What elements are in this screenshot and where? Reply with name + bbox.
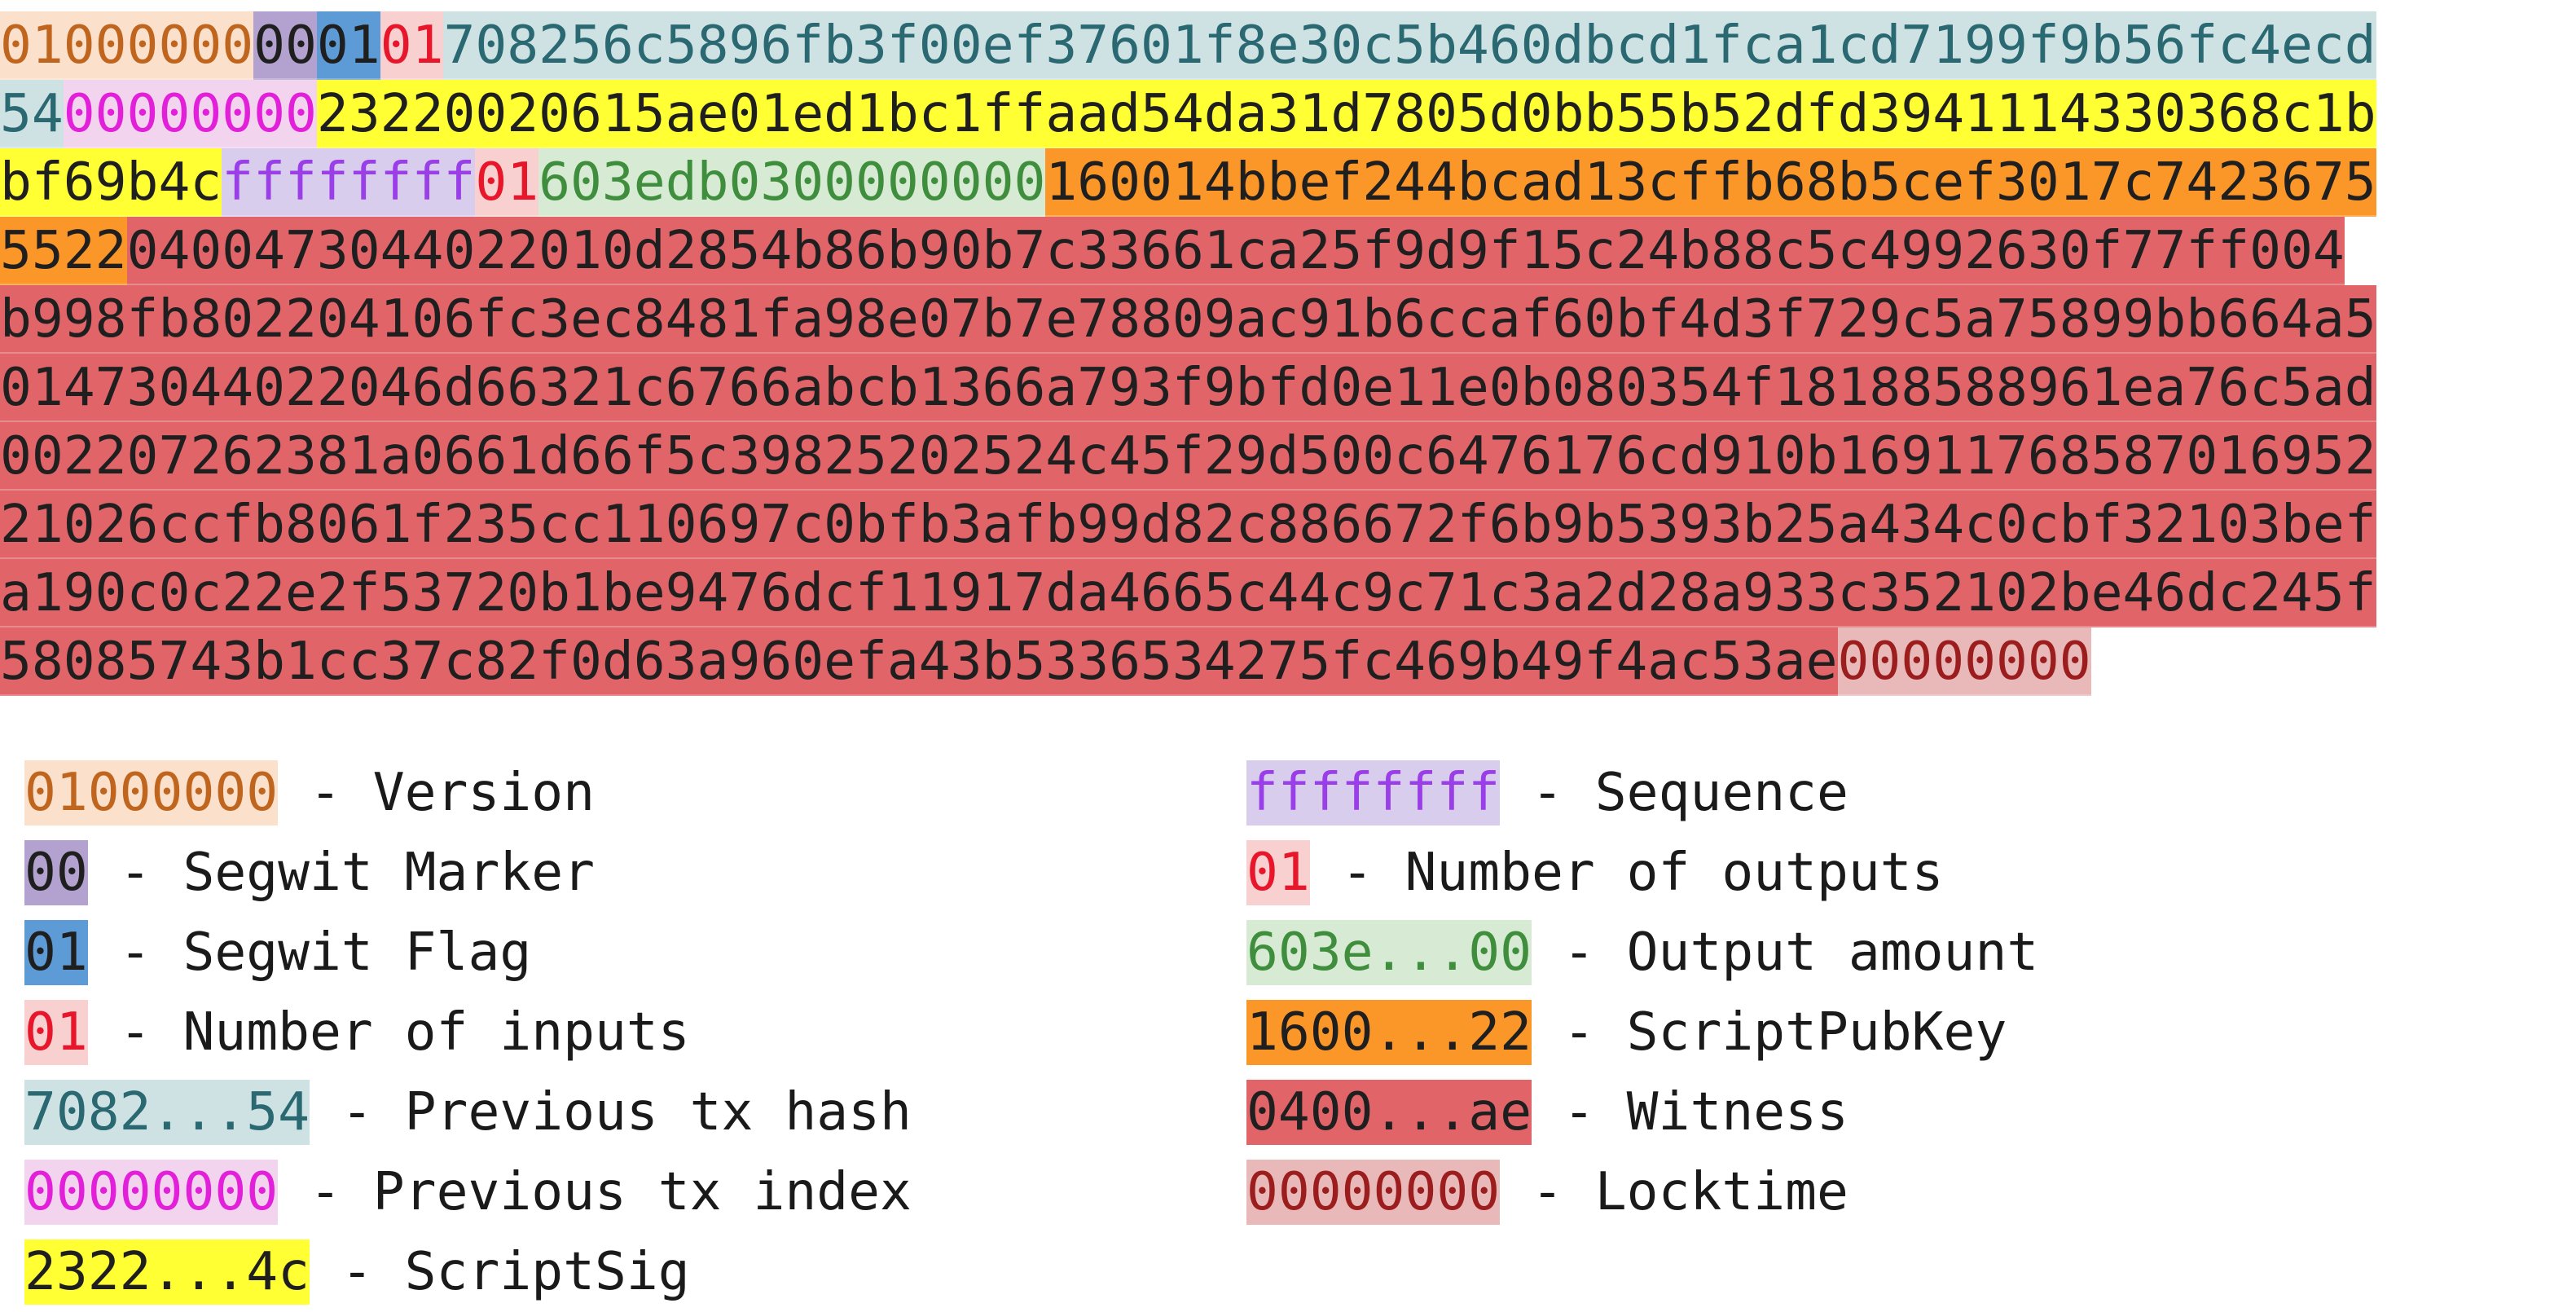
hex-segment-locktime: 00000000 [1837, 627, 2091, 696]
raw-transaction-hex: 01000000000101708256c5896fb3f00ef37601f8… [0, 11, 2576, 696]
legend-item-inputs: 01 - Number of inputs [24, 993, 912, 1072]
legend-swatch-marker: 00 [24, 840, 88, 905]
hex-segment-scriptpubkey: 5522 [0, 217, 127, 285]
legend-swatch-sequence: ffffffff [1246, 760, 1501, 826]
hex-segment-sequence: ffffffff [222, 148, 476, 217]
legend-label-previndex: - Previous tx index [278, 1161, 912, 1222]
hex-segment-scriptpubkey: 160014bbef244bcad13cffb68b5cef3017c74236… [1045, 148, 2376, 217]
hex-segment-witness: a190c0c22e2f53720b1be9476dcf11917da4665c… [0, 559, 2376, 627]
hex-segment-outputs: 01 [475, 148, 539, 217]
hex-line: 540000000023220020615ae01ed1bc1ffaad54da… [0, 80, 2576, 148]
legend-label-sequence: - Sequence [1500, 762, 1848, 823]
legend-swatch-previndex: 00000000 [24, 1160, 279, 1225]
hex-segment-scriptsig: 23220020615ae01ed1bc1ffaad54da31d7805d0b… [316, 80, 2376, 148]
hex-segment-version: 01000000 [0, 11, 254, 80]
legend-label-marker: - Segwit Marker [87, 842, 596, 903]
legend-item-locktime: 00000000 - Locktime [1246, 1152, 2038, 1232]
hex-line: 01000000000101708256c5896fb3f00ef37601f8… [0, 11, 2576, 80]
hex-line: 21026ccfb8061f235cc110697c0bfb3afb99d82c… [0, 491, 2576, 559]
legend-swatch-prevhash: 7082...54 [24, 1080, 310, 1145]
hex-segment-previndex: 00000000 [63, 80, 317, 148]
legend-label-amount: - Output amount [1532, 922, 2039, 983]
hex-segment-prevhash: 54 [0, 80, 64, 148]
legend-label-version: - Version [278, 762, 596, 823]
legend-item-amount: 603e...00 - Output amount [1246, 913, 2038, 993]
legend-swatch-scriptsig: 2322...4c [24, 1239, 310, 1305]
legend-swatch-flag: 01 [24, 920, 88, 985]
legend-label-flag: - Segwit Flag [87, 922, 532, 983]
legend-swatch-outputs: 01 [1246, 840, 1310, 905]
hex-segment-prevhash: 708256c5896fb3f00ef37601f8e30c5b460dbcd1… [443, 11, 2376, 80]
legend-item-prevhash: 7082...54 - Previous tx hash [24, 1072, 912, 1152]
legend-label-scriptsig: - ScriptSig [310, 1241, 690, 1302]
hex-line: bf69b4cffffffff01603edb0300000000160014b… [0, 148, 2576, 217]
hex-segment-inputs: 01 [380, 11, 444, 80]
legend-swatch-version: 01000000 [24, 760, 279, 826]
legend-item-previndex: 00000000 - Previous tx index [24, 1152, 912, 1232]
hex-line: 002207262381a0661d66f5c39825202524c45f29… [0, 422, 2576, 491]
legend-label-witness: - Witness [1532, 1081, 1848, 1142]
legend-label-inputs: - Number of inputs [87, 1002, 690, 1063]
hex-segment-flag: 01 [316, 11, 380, 80]
hex-segment-witness: 01473044022046d66321c6766abcb1366a793f9b… [0, 354, 2376, 422]
hex-line: 01473044022046d66321c6766abcb1366a793f9b… [0, 354, 2576, 422]
legend-swatch-witness: 0400...ae [1246, 1080, 1532, 1145]
hex-segment-marker: 00 [253, 11, 317, 80]
hex-segment-witness: 0400473044022010d2854b86b90b7c33661ca25f… [126, 217, 2345, 285]
hex-segment-scriptsig: bf69b4c [0, 148, 222, 217]
legend-item-sequence: ffffffff - Sequence [1246, 753, 2038, 833]
legend-left-column: 01000000 - Version 00 - Segwit Marker 01 -… [24, 753, 912, 1312]
legend-label-locktime: - Locktime [1500, 1161, 1848, 1222]
hex-line: 58085743b1cc37c82f0d63a960efa43b53365342… [0, 627, 2576, 696]
legend-swatch-locktime: 00000000 [1246, 1160, 1501, 1225]
legend-right-column: ffffffff - Sequence 01 - Number of output… [1246, 753, 2038, 1232]
legend-item-scriptpubkey: 1600...22 - ScriptPubKey [1246, 993, 2038, 1072]
legend-swatch-amount: 603e...00 [1246, 920, 1532, 985]
legend-item-version: 01000000 - Version [24, 753, 912, 833]
hex-segment-witness: 21026ccfb8061f235cc110697c0bfb3afb99d82c… [0, 491, 2376, 559]
legend-label-prevhash: - Previous tx hash [310, 1081, 912, 1142]
legend-swatch-scriptpubkey: 1600...22 [1246, 1000, 1532, 1065]
legend-label-scriptpubkey: - ScriptPubKey [1532, 1002, 2007, 1063]
hex-line: b998fb802204106fc3ec8481fa98e07b7e78809a… [0, 285, 2576, 354]
hex-segment-witness: b998fb802204106fc3ec8481fa98e07b7e78809a… [0, 285, 2376, 354]
hex-segment-amount: 603edb0300000000 [538, 148, 1046, 217]
legend-item-witness: 0400...ae - Witness [1246, 1072, 2038, 1152]
legend-item-outputs: 01 - Number of outputs [1246, 833, 2038, 913]
legend-item-scriptsig: 2322...4c - ScriptSig [24, 1232, 912, 1312]
hex-segment-witness: 002207262381a0661d66f5c39825202524c45f29… [0, 422, 2376, 491]
legend-label-outputs: - Number of outputs [1309, 842, 1944, 903]
hex-line: 55220400473044022010d2854b86b90b7c33661c… [0, 217, 2576, 285]
legend-item-marker: 00 - Segwit Marker [24, 833, 912, 913]
hex-line: a190c0c22e2f53720b1be9476dcf11917da4665c… [0, 559, 2576, 627]
hex-segment-witness: 58085743b1cc37c82f0d63a960efa43b53365342… [0, 627, 1838, 696]
legend-item-flag: 01 - Segwit Flag [24, 913, 912, 993]
legend-swatch-inputs: 01 [24, 1000, 88, 1065]
